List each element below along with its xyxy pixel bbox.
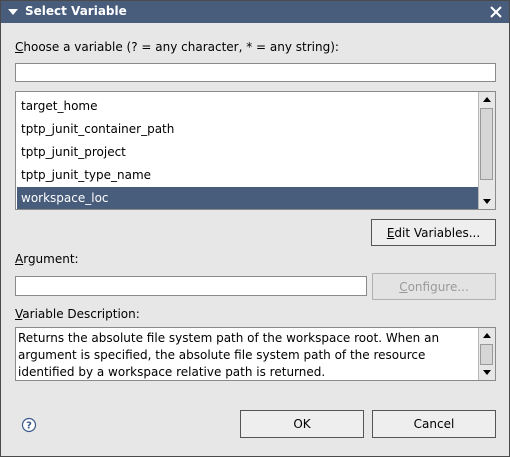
variable-name: tptp_junit_project bbox=[21, 145, 126, 159]
configure-mnemonic: C bbox=[399, 280, 408, 294]
ok-button[interactable]: OK bbox=[240, 410, 364, 438]
scroll-down-icon[interactable] bbox=[479, 365, 495, 379]
variable-description-text: Returns the absolute file system path of… bbox=[18, 331, 440, 379]
edit-variables-button[interactable]: Edit Variables... bbox=[371, 219, 496, 246]
help-icon[interactable]: ? bbox=[21, 417, 37, 433]
scroll-down-icon[interactable] bbox=[479, 194, 495, 208]
window-title: Select Variable bbox=[25, 4, 127, 18]
variable-name: tptp_junit_container_path bbox=[21, 122, 175, 136]
argument-label-mnemonic: A bbox=[15, 252, 24, 266]
variable-list-scrollbar[interactable] bbox=[478, 92, 495, 209]
scroll-up-icon[interactable] bbox=[479, 93, 495, 107]
variable-list[interactable]: target_home tptp_junit_container_path tp… bbox=[15, 91, 496, 210]
argument-input[interactable] bbox=[15, 276, 367, 296]
title-bar[interactable]: Select Variable bbox=[1, 1, 509, 23]
description-scrollbar[interactable] bbox=[478, 328, 495, 380]
list-item[interactable]: tptp_junit_project bbox=[17, 141, 478, 163]
list-item[interactable]: tptp_junit_type_name bbox=[17, 164, 478, 186]
list-item-selected[interactable]: workspace_loc bbox=[17, 187, 478, 209]
list-item[interactable]: target_home bbox=[17, 95, 478, 117]
variable-name: target_home bbox=[21, 99, 98, 113]
filter-label-text: hoose a variable (? = any character, * =… bbox=[23, 40, 339, 54]
argument-label-text: rgument: bbox=[23, 252, 79, 266]
variable-description-box[interactable]: Returns the absolute file system path of… bbox=[15, 327, 496, 381]
close-icon[interactable] bbox=[488, 4, 504, 20]
filter-label: Choose a variable (? = any character, * … bbox=[15, 40, 339, 54]
list-item[interactable]: tptp_junit_container_path bbox=[17, 118, 478, 140]
scroll-up-icon[interactable] bbox=[479, 329, 495, 343]
scroll-thumb[interactable] bbox=[480, 344, 493, 365]
description-label-text: ariable Description: bbox=[22, 307, 140, 321]
edit-variables-text: dit Variables... bbox=[394, 226, 481, 240]
description-label: Variable Description: bbox=[15, 307, 140, 321]
select-variable-dialog: Select Variable Choose a variable (? = a… bbox=[0, 0, 510, 457]
svg-text:?: ? bbox=[26, 421, 32, 432]
cancel-button[interactable]: Cancel bbox=[372, 410, 496, 438]
argument-label: Argument: bbox=[15, 252, 79, 266]
variable-name: tptp_junit_type_name bbox=[21, 168, 152, 182]
filter-input[interactable] bbox=[15, 63, 496, 82]
window-menu-icon[interactable] bbox=[6, 5, 20, 19]
configure-button[interactable]: Configure... bbox=[372, 273, 496, 300]
scroll-thumb[interactable] bbox=[480, 108, 493, 180]
configure-text: onfigure... bbox=[407, 280, 469, 294]
variable-name: workspace_loc bbox=[21, 191, 109, 205]
